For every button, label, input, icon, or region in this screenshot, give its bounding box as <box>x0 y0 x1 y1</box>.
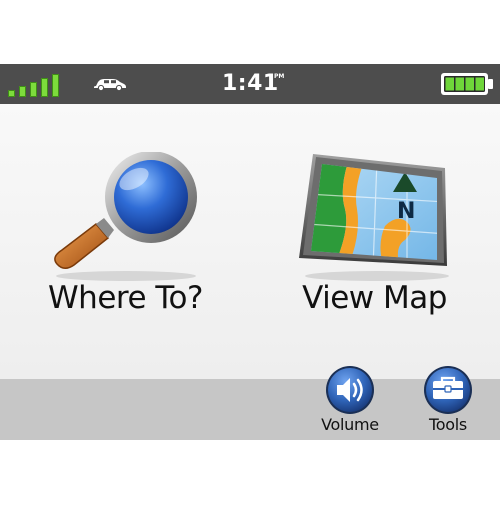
volume-label: Volume <box>321 415 379 434</box>
toolbox-icon <box>424 366 472 414</box>
view-map-button[interactable]: N View Map <box>287 154 462 327</box>
status-bar: 1:41 PM <box>0 64 500 104</box>
map-icon: N <box>299 154 449 281</box>
car-icon[interactable] <box>93 77 127 91</box>
gps-signal-icon[interactable] <box>8 73 66 97</box>
where-to-label: Where To? <box>48 280 203 316</box>
main-menu: Where To? N View Map <box>0 104 500 379</box>
clock-time: 1:41 <box>222 71 279 96</box>
device-screen: 1:41 PM Where To? N View Map Volume Tool… <box>0 0 500 505</box>
compass-north-label: N <box>397 199 415 224</box>
magnifying-glass-icon <box>54 152 197 281</box>
view-map-label: View Map <box>302 280 447 316</box>
bottom-bar: Volume Tools <box>0 366 500 440</box>
volume-button[interactable]: Volume <box>315 365 385 437</box>
where-to-button[interactable]: Where To? <box>38 152 213 327</box>
tools-button[interactable]: Tools <box>413 365 483 437</box>
speaker-icon <box>326 366 374 414</box>
clock-ampm: PM <box>274 73 285 80</box>
tools-label: Tools <box>429 415 467 434</box>
battery-icon[interactable] <box>440 72 494 96</box>
